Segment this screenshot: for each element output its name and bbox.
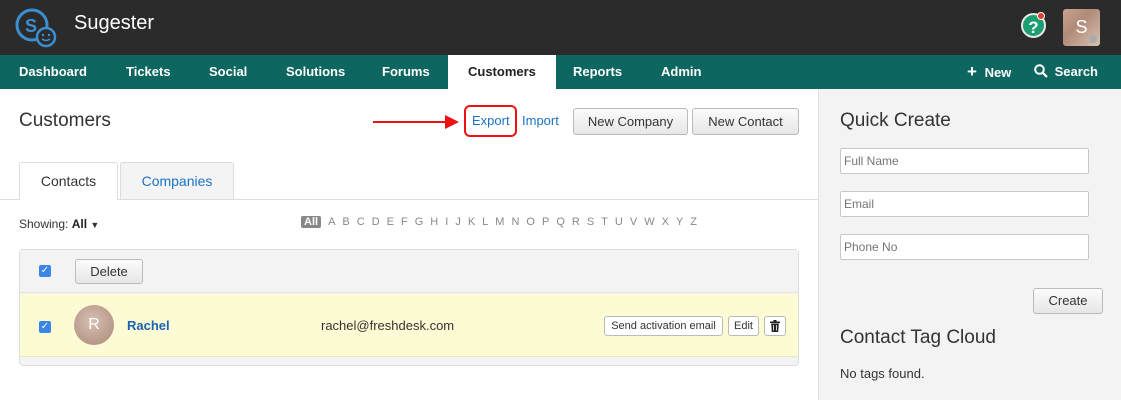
letter-filter[interactable]: C xyxy=(357,216,365,228)
status-dot xyxy=(1089,35,1097,43)
notification-dot xyxy=(1037,12,1045,20)
new-contact-button[interactable]: New Contact xyxy=(692,108,799,135)
search-button[interactable]: Search xyxy=(1034,55,1098,89)
tab-contacts[interactable]: Contacts xyxy=(19,162,118,200)
letter-filter[interactable]: Y xyxy=(676,216,683,228)
tab-companies[interactable]: Companies xyxy=(120,162,234,199)
sidebar: Quick Create Create Contact Tag Cloud No… xyxy=(818,89,1121,400)
letter-filter-all[interactable]: All xyxy=(301,216,322,228)
letter-filter[interactable]: K xyxy=(468,216,475,228)
new-company-button[interactable]: New Company xyxy=(573,108,688,135)
letter-filter[interactable]: U xyxy=(615,216,623,228)
new-label: New xyxy=(984,65,1012,80)
main-nav: Dashboard Tickets Social Solutions Forum… xyxy=(0,55,1121,89)
contact-list: ✓ Delete ✓ R Rachel rachel@freshdesk.com… xyxy=(19,249,799,366)
delete-row-button[interactable] xyxy=(764,316,786,336)
letter-filter[interactable]: S xyxy=(587,216,594,228)
export-link[interactable]: Export xyxy=(472,113,510,128)
sugester-logo-icon[interactable]: S xyxy=(12,7,60,49)
contact-email: rachel@freshdesk.com xyxy=(321,318,455,333)
letter-filter[interactable]: G xyxy=(415,216,424,228)
trash-icon xyxy=(770,320,780,332)
letter-filter[interactable]: A xyxy=(328,216,335,228)
nav-item-tickets[interactable]: Tickets xyxy=(126,55,171,89)
search-icon xyxy=(1034,64,1048,78)
nav-item-dashboard[interactable]: Dashboard xyxy=(19,55,87,89)
import-link[interactable]: Import xyxy=(522,113,559,128)
svg-text:S: S xyxy=(25,16,37,36)
nav-item-forums[interactable]: Forums xyxy=(382,55,430,89)
phone-field[interactable] xyxy=(840,234,1089,260)
delete-button[interactable]: Delete xyxy=(75,259,143,284)
nav-item-reports[interactable]: Reports xyxy=(573,55,622,89)
letter-filter[interactable]: T xyxy=(601,216,608,228)
row-checkbox[interactable]: ✓ xyxy=(39,321,51,333)
no-tags-message: No tags found. xyxy=(840,366,925,381)
showing-value: All xyxy=(71,217,88,231)
letter-filter[interactable]: J xyxy=(455,216,461,228)
nav-item-customers[interactable]: Customers xyxy=(448,55,556,89)
top-bar: S Sugester ? S xyxy=(0,0,1121,55)
create-button[interactable]: Create xyxy=(1033,288,1103,314)
new-button[interactable]: + New xyxy=(967,55,1011,89)
email-field[interactable] xyxy=(840,191,1089,217)
letter-filter[interactable]: H xyxy=(430,216,438,228)
letter-filter[interactable]: W xyxy=(644,216,654,228)
contact-avatar: R xyxy=(74,305,114,345)
letter-filter[interactable]: I xyxy=(445,216,448,228)
annotation-arrow-icon xyxy=(373,115,459,129)
full-name-field[interactable] xyxy=(840,148,1089,174)
letter-filter[interactable]: Q xyxy=(556,216,565,228)
active-tab-gap xyxy=(20,198,117,200)
letter-filter[interactable]: D xyxy=(372,216,380,228)
caret-down-icon: ▼ xyxy=(90,220,100,230)
letter-filter[interactable]: O xyxy=(526,216,535,228)
plus-icon: + xyxy=(967,62,977,81)
letter-filter[interactable]: Z xyxy=(690,216,697,228)
user-avatar-initial: S xyxy=(1075,17,1088,37)
letter-filter[interactable]: L xyxy=(482,216,488,228)
quick-create-title: Quick Create xyxy=(840,110,951,131)
nav-item-social[interactable]: Social xyxy=(209,55,247,89)
letter-filter[interactable]: X xyxy=(662,216,669,228)
app-title: Sugester xyxy=(74,12,155,34)
search-label: Search xyxy=(1054,64,1098,79)
nav-item-solutions[interactable]: Solutions xyxy=(286,55,345,89)
letter-filter[interactable]: V xyxy=(630,216,637,228)
showing-filter[interactable]: Showing: All ▼ xyxy=(19,217,99,231)
contact-avatar-initial: R xyxy=(88,316,100,333)
showing-label: Showing: xyxy=(19,217,69,231)
letter-filter[interactable]: F xyxy=(401,216,408,228)
letter-filter[interactable]: N xyxy=(511,216,519,228)
table-row[interactable]: ✓ R Rachel rachel@freshdesk.com Send act… xyxy=(20,294,798,357)
letter-filter[interactable]: P xyxy=(542,216,549,228)
select-all-checkbox[interactable]: ✓ xyxy=(39,265,51,277)
list-header: ✓ Delete xyxy=(20,250,798,293)
letter-filter[interactable]: B xyxy=(342,216,349,228)
letter-filter[interactable]: R xyxy=(572,216,580,228)
nav-item-admin[interactable]: Admin xyxy=(661,55,701,89)
letter-filter[interactable]: M xyxy=(495,216,504,228)
send-activation-email-button[interactable]: Send activation email xyxy=(604,316,723,336)
page-title: Customers xyxy=(19,110,111,131)
user-avatar[interactable]: S xyxy=(1063,9,1100,46)
tab-divider xyxy=(0,199,818,200)
edit-button[interactable]: Edit xyxy=(728,316,759,336)
tag-cloud-title: Contact Tag Cloud xyxy=(840,327,996,348)
letter-filter[interactable]: E xyxy=(387,216,394,228)
contact-name-link[interactable]: Rachel xyxy=(127,318,170,333)
alphabet-filter: All A B C D E F G H I J K L M N O P Q R S T U V W X Y Z xyxy=(301,216,704,228)
